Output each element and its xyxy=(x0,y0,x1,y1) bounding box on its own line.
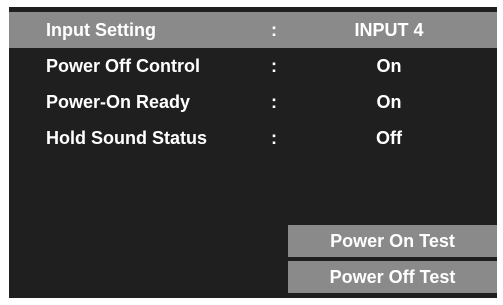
screen: Input Setting : INPUT 4 Power Off Contro… xyxy=(0,0,503,305)
menu-row-label: Input Setting xyxy=(46,20,156,40)
menu-row-label: Hold Sound Status xyxy=(46,128,207,148)
menu-row-value: Off xyxy=(376,128,402,148)
menu-row-separator: : xyxy=(271,56,277,76)
menu-row-separator: : xyxy=(271,128,277,148)
menu-row-value: On xyxy=(376,56,402,76)
osd-menu-panel: Input Setting : INPUT 4 Power Off Contro… xyxy=(9,7,497,298)
power-off-test-button[interactable]: Power Off Test xyxy=(288,261,497,293)
menu-row-separator: : xyxy=(271,20,277,40)
menu-row-value: On xyxy=(376,92,402,112)
menu-row-label: Power Off Control xyxy=(46,56,200,76)
menu-row-hold-sound-status[interactable]: Hold Sound Status : Off xyxy=(9,120,497,156)
menu-row-value: INPUT 4 xyxy=(354,20,424,40)
menu-row-label: Power-On Ready xyxy=(46,92,191,112)
menu-row-input-setting[interactable]: Input Setting : INPUT 4 xyxy=(9,12,497,48)
menu-row-separator: : xyxy=(271,92,277,112)
menu-row-power-on-ready[interactable]: Power-On Ready : On xyxy=(9,84,497,120)
power-on-test-button[interactable]: Power On Test xyxy=(288,225,497,257)
menu-row-power-off-control[interactable]: Power Off Control : On xyxy=(9,48,497,84)
